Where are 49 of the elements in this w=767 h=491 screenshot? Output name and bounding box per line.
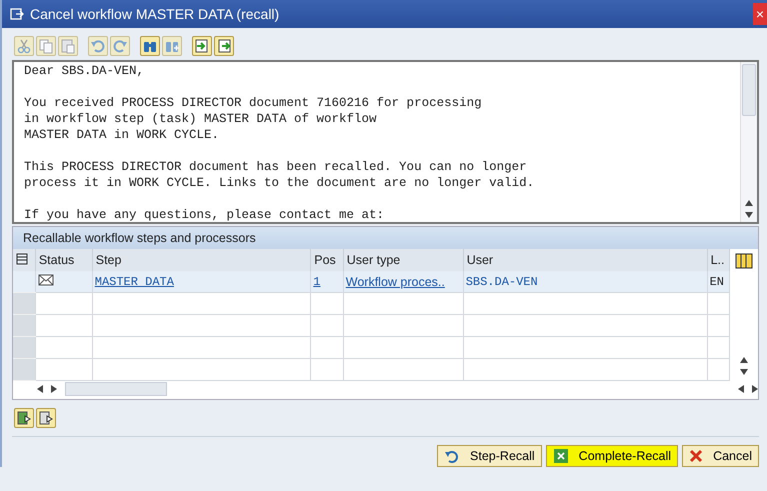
window-title: Cancel workflow MASTER DATA (recall) <box>30 6 280 22</box>
close-icon <box>689 449 704 463</box>
import-icon <box>194 38 210 54</box>
scroll-right-icon[interactable] <box>752 385 758 393</box>
undo-icon <box>444 449 460 463</box>
user-type-link[interactable]: Workflow proces.. <box>346 274 445 288</box>
columns-icon[interactable] <box>735 253 753 269</box>
close-button[interactable]: × <box>752 3 767 25</box>
step-link[interactable]: MASTER DATA <box>94 275 174 289</box>
export-icon <box>216 38 232 54</box>
scroll-down-icon[interactable] <box>745 212 753 218</box>
column-header[interactable]: User type <box>343 249 464 271</box>
table-cell: SBS.DA-VEN <box>463 271 708 292</box>
cancel-recall-button[interactable]: Cancel <box>682 445 759 467</box>
vertical-scrollbar[interactable] <box>740 62 757 222</box>
column-header[interactable]: L.. <box>707 249 730 271</box>
import-button[interactable] <box>192 36 212 56</box>
table-title: Recallable workflow steps and processors <box>13 227 758 249</box>
column-header[interactable]: User <box>463 249 708 271</box>
scroll-right-icon[interactable] <box>51 385 57 393</box>
column-header[interactable]: Step <box>92 249 311 271</box>
deselect-all-button[interactable] <box>36 408 56 428</box>
scroll-left-icon[interactable] <box>37 385 43 393</box>
checkbox-x-icon <box>552 448 569 464</box>
message-paragraph: You received PROCESS DIRECTOR document 7160216 for processing in workflow step (task) MASTER DATA of workflow MASTER DATA in WORK CYCLE. <box>24 95 483 143</box>
scroll-left-icon[interactable] <box>738 385 744 393</box>
find-button[interactable] <box>140 36 160 56</box>
complete-recall-button[interactable]: Complete-Recall <box>546 445 678 467</box>
window-icon <box>10 8 24 20</box>
scroll-up-icon[interactable] <box>740 357 748 363</box>
message-paragraph: If you have any questions, please contact me at: <box>24 207 386 223</box>
copy-icon <box>38 38 54 54</box>
table-settings-icon[interactable] <box>16 252 28 264</box>
envelope-icon <box>38 274 54 286</box>
message-paragraph: Dear SBS.DA-VEN, <box>24 63 146 79</box>
paste-icon <box>60 38 76 54</box>
column-header[interactable]: Status <box>35 249 92 271</box>
scroll-down-icon[interactable] <box>740 369 748 375</box>
undo-icon <box>90 38 106 54</box>
scroll-up-icon[interactable] <box>745 200 753 206</box>
scissors-icon <box>16 38 32 54</box>
pos-link[interactable]: 1 <box>313 275 320 289</box>
table-cell: EN <box>707 271 730 292</box>
message-paragraph: This PROCESS DIRECTOR document has been recalled. You can no longer process it in WORK CYCLE. Links to the document are no longer valid. <box>24 159 536 191</box>
redo-icon <box>112 38 128 54</box>
step-recall-button[interactable]: Step-Recall <box>437 445 542 467</box>
export-button[interactable] <box>214 36 234 56</box>
column-header[interactable]: Pos <box>310 249 344 271</box>
select-all-button[interactable] <box>14 408 34 428</box>
